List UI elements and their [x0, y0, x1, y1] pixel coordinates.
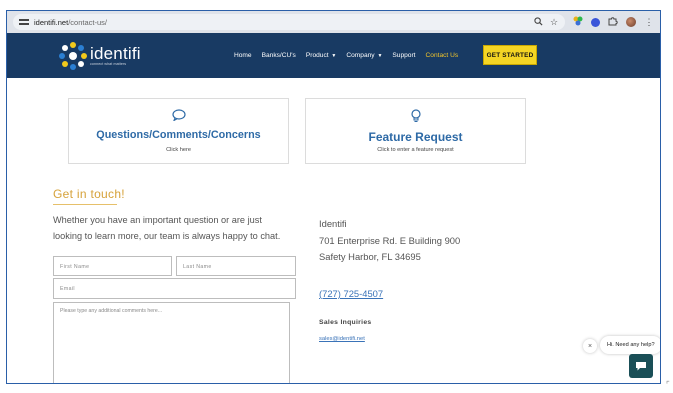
first-name-placeholder: First Name — [60, 264, 90, 270]
company-name: Identifi — [319, 218, 347, 229]
sales-email-link[interactable]: sales@identifi.net — [319, 336, 365, 342]
nav-product[interactable]: Product ▼ — [306, 52, 337, 59]
address-bar[interactable]: identifi.net/contact-us/ ☆ — [13, 14, 565, 30]
card-subtitle: Click here — [166, 147, 191, 153]
card-subtitle: Click to enter a feature request — [377, 147, 454, 153]
star-icon[interactable]: ☆ — [549, 17, 559, 27]
chat-close-button[interactable]: × — [583, 339, 597, 353]
first-name-field[interactable]: First Name — [53, 256, 172, 276]
feature-request-card[interactable]: Feature Request Click to enter a feature… — [305, 98, 526, 164]
email-placeholder: Email — [60, 286, 75, 292]
nav-support[interactable]: Support — [392, 52, 415, 59]
last-name-placeholder: Last Name — [183, 264, 212, 270]
nav-contact-us[interactable]: Contact Us — [426, 52, 459, 59]
site-header: identifi connect what matters Home Banks… — [7, 33, 660, 78]
last-name-field[interactable]: Last Name — [176, 256, 296, 276]
questions-card[interactable]: Questions/Comments/Concerns Click here — [68, 98, 289, 164]
heading-underline — [53, 204, 117, 205]
get-in-touch-heading: Get in touch! — [53, 187, 125, 201]
site-settings-icon[interactable] — [19, 18, 29, 26]
comments-textarea[interactable]: Please type any additional comments here… — [53, 302, 290, 383]
phone-link[interactable]: (727) 725-4507 — [319, 288, 383, 299]
identifi-logo[interactable]: identifi connect what matters — [59, 41, 141, 70]
nav-banks-cus[interactable]: Banks/CU's — [262, 52, 296, 59]
nav-home[interactable]: Home — [234, 52, 252, 59]
comments-placeholder: Please type any additional comments here… — [60, 308, 163, 314]
chevron-down-icon: ▼ — [331, 53, 337, 59]
lightbulb-icon — [306, 109, 525, 123]
nav-company[interactable]: Company ▼ — [346, 52, 382, 59]
main-nav: Home Banks/CU's Product ▼ Company ▼ Supp… — [234, 33, 468, 78]
chevron-down-icon: ▼ — [377, 53, 383, 59]
profile-avatar[interactable] — [626, 17, 636, 27]
corner-mark: ⌜ — [666, 380, 670, 389]
card-title: Questions/Comments/Concerns — [96, 129, 261, 141]
intro-text: Whether you have an important question o… — [53, 215, 281, 241]
chat-icon — [636, 362, 646, 371]
city-address: Safety Harbor, FL 34695 — [319, 251, 421, 262]
more-icon[interactable]: ⋮ — [644, 17, 654, 27]
zoom-icon[interactable] — [533, 16, 543, 28]
browser-toolbar: identifi.net/contact-us/ ☆ ⋮ — [7, 11, 660, 33]
email-field[interactable]: Email — [53, 278, 296, 299]
chat-bubble-icon — [69, 109, 288, 123]
logo-mark-icon — [59, 41, 87, 70]
chat-launcher-button[interactable] — [629, 354, 653, 378]
sales-inquiries-heading: Sales Inquiries — [319, 319, 372, 326]
logo-name: identifi — [90, 43, 141, 63]
extension-badge-icon[interactable] — [591, 17, 600, 27]
get-started-button[interactable]: GET STARTED — [483, 45, 537, 65]
street-address: 701 Enterprise Rd. E Building 900 — [319, 235, 461, 246]
url-text[interactable]: identifi.net/contact-us/ — [34, 18, 107, 27]
card-title: Feature Request — [368, 130, 463, 144]
browser-window: identifi.net/contact-us/ ☆ ⋮ identifi co… — [6, 10, 661, 384]
puzzle-icon[interactable] — [608, 16, 618, 28]
chat-prompt-bubble[interactable]: Hi. Need any help? — [600, 336, 660, 354]
extension-color-icon[interactable] — [573, 16, 583, 28]
